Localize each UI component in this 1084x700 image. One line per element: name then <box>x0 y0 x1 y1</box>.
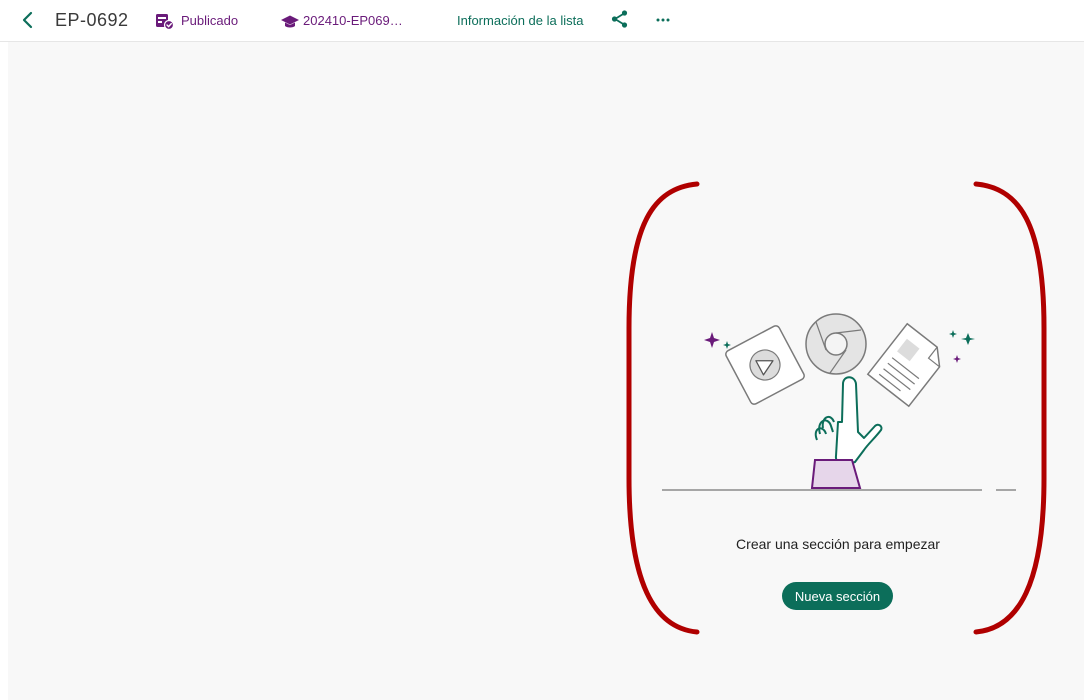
back-button[interactable] <box>18 10 38 30</box>
list-info-link[interactable]: Información de la lista <box>457 13 583 28</box>
list-title: EP-0692 <box>55 10 129 30</box>
new-section-button[interactable]: Nueva sección <box>782 582 893 610</box>
share-button[interactable] <box>610 9 630 29</box>
course-label: 202410-EP069… <box>303 13 403 28</box>
share-icon <box>611 10 628 28</box>
top-bar: EP-0692 Publicado 202410-EP069… Informac… <box>0 0 1084 42</box>
published-calendar-icon <box>156 14 175 30</box>
browser-icon <box>805 313 867 375</box>
video-card-icon <box>725 325 805 405</box>
graduation-cap-icon <box>281 15 299 28</box>
document-card-icon <box>866 322 941 408</box>
status-label: Publicado <box>181 13 239 28</box>
chevron-left-icon <box>22 11 33 29</box>
more-horizontal-icon <box>656 18 670 22</box>
empty-state-illustration <box>662 313 1016 491</box>
more-options-button[interactable] <box>652 10 674 30</box>
pointing-hand-icon <box>810 376 883 489</box>
empty-state-message: Crear una sección para empezar <box>736 536 940 552</box>
